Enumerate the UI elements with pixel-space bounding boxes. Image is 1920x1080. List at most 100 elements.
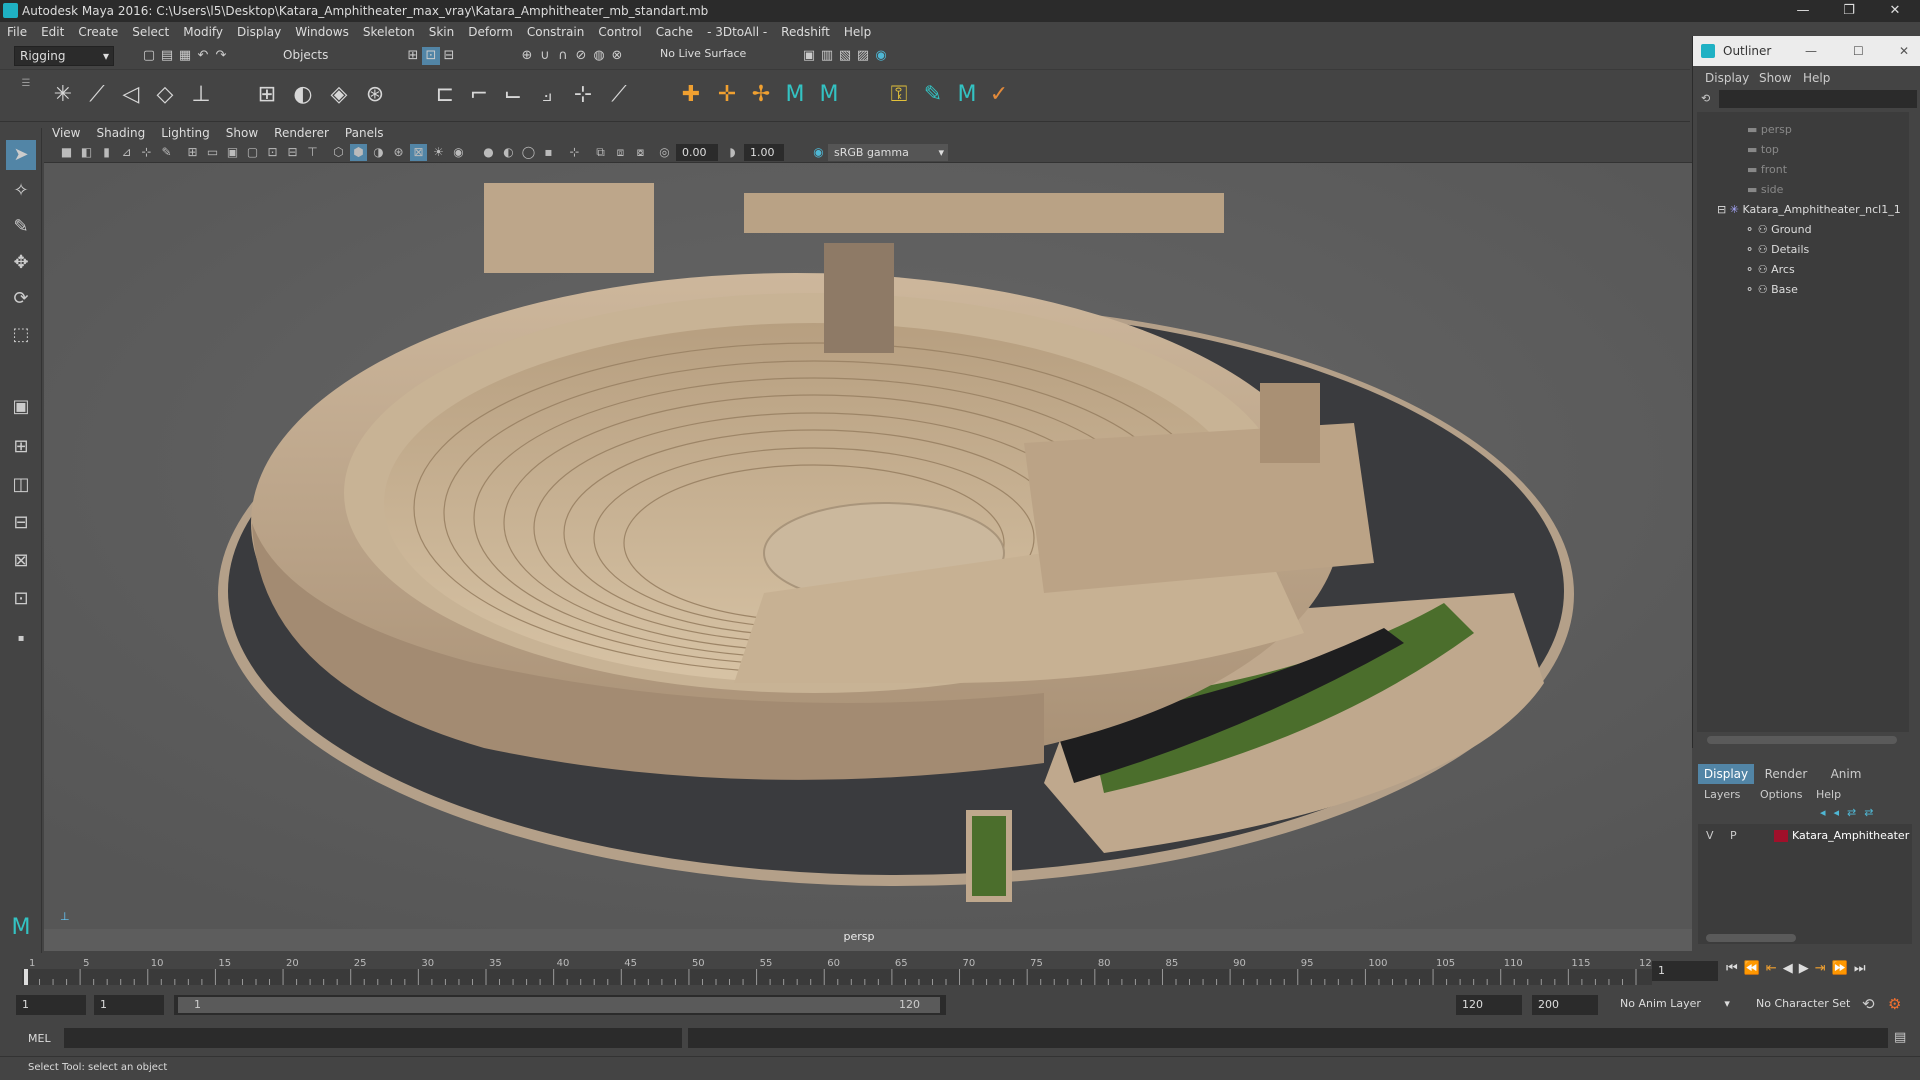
- snap-curve-icon[interactable]: ∪: [536, 47, 554, 65]
- time-slider[interactable]: 1 5 10 15 20 25 30 35 40 45 50 55 60 65 70 75 80 85 90 95 10…: [0, 953, 1920, 989]
- maya-logo-icon-3[interactable]: M: [952, 80, 982, 110]
- safe-title-icon[interactable]: ⊤: [304, 144, 321, 161]
- auto-key-icon[interactable]: ⟲: [1862, 995, 1875, 1013]
- maya-logo-icon[interactable]: M: [780, 80, 810, 110]
- step-forward-icon[interactable]: ⏩: [1832, 961, 1854, 976]
- persp-graph-icon[interactable]: ⊟: [6, 508, 36, 538]
- menu-cache[interactable]: Cache: [649, 22, 700, 42]
- mirror-weights-icon[interactable]: ⊹: [568, 80, 598, 110]
- minimize-button[interactable]: —: [1780, 0, 1826, 22]
- layer-menu-help[interactable]: Help: [1816, 788, 1841, 801]
- menu-windows[interactable]: Windows: [288, 22, 356, 42]
- select-tool-icon[interactable]: ➤: [6, 140, 36, 170]
- cluster-icon[interactable]: ⊞: [252, 80, 282, 110]
- camera-select-icon[interactable]: ■: [58, 144, 75, 161]
- panel-menu-panels[interactable]: Panels: [337, 125, 392, 142]
- grid-icon[interactable]: ⊞: [184, 144, 201, 161]
- snap-grid-icon[interactable]: ⊕: [518, 47, 536, 65]
- paint-tool-icon[interactable]: ✎: [918, 80, 948, 110]
- xray-icon[interactable]: ⊹: [566, 144, 583, 161]
- live-surface-label[interactable]: No Live Surface: [660, 47, 746, 60]
- gamma-icon[interactable]: ◗: [724, 144, 741, 161]
- step-forward-key-icon[interactable]: ⇥: [1815, 961, 1832, 976]
- open-scene-icon[interactable]: ▤: [158, 47, 176, 65]
- collapse-icon[interactable]: ⊟: [1717, 203, 1726, 216]
- aim-constraint-icon[interactable]: ✛: [712, 80, 742, 110]
- amphitheater-model[interactable]: [44, 163, 1692, 929]
- rigid-bind-icon[interactable]: ⌙: [498, 80, 528, 110]
- render-frame-icon[interactable]: ▥: [818, 47, 836, 65]
- outliner-close-button[interactable]: ✕: [1899, 36, 1909, 66]
- outliner-item-front[interactable]: ▬ front: [1747, 160, 1787, 180]
- layer-menu-options[interactable]: Options: [1760, 788, 1802, 801]
- menu-file[interactable]: File: [0, 22, 34, 42]
- menu-deform[interactable]: Deform: [461, 22, 520, 42]
- menu-modify[interactable]: Modify: [176, 22, 230, 42]
- layout-graph-icon[interactable]: ⊡: [6, 584, 36, 614]
- camera-attributes-icon[interactable]: ◧: [78, 144, 95, 161]
- playback-start-field[interactable]: 1: [94, 995, 164, 1015]
- close-button[interactable]: ✕: [1872, 0, 1918, 22]
- move-tool-icon[interactable]: ✥: [6, 248, 36, 278]
- current-time-marker[interactable]: [24, 969, 28, 985]
- menu-control[interactable]: Control: [591, 22, 648, 42]
- outliner-item-details[interactable]: ⚬ ⚇ Details: [1745, 240, 1809, 260]
- outliner-horizontal-scrollbar[interactable]: [1707, 736, 1897, 744]
- menu-constrain[interactable]: Constrain: [520, 22, 592, 42]
- snap-view-icon[interactable]: ⊘: [572, 47, 590, 65]
- outliner-maximize-button[interactable]: ☐: [1853, 36, 1864, 66]
- layer-color-swatch[interactable]: [1774, 830, 1788, 842]
- layer-name[interactable]: Katara_Amphitheater: [1792, 826, 1909, 846]
- textured-icon[interactable]: ⊛: [390, 144, 407, 161]
- render-view-icon[interactable]: ▨: [854, 47, 872, 65]
- step-back-key-icon[interactable]: ⇤: [1766, 961, 1783, 976]
- step-back-icon[interactable]: ⏪: [1744, 961, 1766, 976]
- joint-tool-icon[interactable]: ✳: [48, 80, 78, 110]
- menu-edit[interactable]: Edit: [34, 22, 71, 42]
- timeline-ruler[interactable]: 1 5 10 15 20 25 30 35 40 45 50 55 60 65 70 75 80 85 90 95 10…: [22, 955, 1652, 985]
- maya-logo-icon-2[interactable]: M: [814, 80, 844, 110]
- layer-row[interactable]: V P Katara_Amphitheater: [1698, 826, 1912, 846]
- panel-menu-shading[interactable]: Shading: [88, 125, 153, 142]
- playback-end-field[interactable]: 120: [1456, 995, 1522, 1015]
- shadows-icon[interactable]: ☀: [430, 144, 447, 161]
- shelf-options-icon[interactable]: ☰: [18, 78, 34, 118]
- persp-outliner-icon[interactable]: ⊠: [6, 546, 36, 576]
- layer-action-icons[interactable]: ◂◂⇄⇄: [1820, 806, 1881, 819]
- outliner-search-input[interactable]: [1719, 90, 1917, 108]
- panel-menu-lighting[interactable]: Lighting: [153, 125, 218, 142]
- menuset-dropdown[interactable]: Rigging ▾: [14, 46, 114, 66]
- paint-select-icon[interactable]: ✎: [6, 212, 36, 242]
- new-scene-icon[interactable]: ▢: [140, 47, 158, 65]
- undo-icon[interactable]: ↶: [194, 47, 212, 65]
- xray-components-icon[interactable]: ⧈: [612, 144, 629, 161]
- copy-weights-icon[interactable]: ⟋: [604, 80, 634, 110]
- lasso-tool-icon[interactable]: ✧: [6, 176, 36, 206]
- paint-weights-icon[interactable]: ⟓: [532, 80, 562, 110]
- depth-of-field-icon[interactable]: ◯: [520, 144, 537, 161]
- wireframe-icon[interactable]: ⬡: [330, 144, 347, 161]
- range-bar-handle[interactable]: 1 120: [178, 997, 940, 1013]
- preferences-icon[interactable]: ⚙: [1888, 995, 1901, 1013]
- outliner-item-base[interactable]: ⚬ ⚇ Base: [1745, 280, 1798, 300]
- menu-redshift[interactable]: Redshift: [774, 22, 837, 42]
- color-management-icon[interactable]: ◉: [810, 144, 827, 161]
- screen-space-ao-icon[interactable]: ◉: [450, 144, 467, 161]
- outliner-menu-show[interactable]: Show: [1759, 68, 1791, 88]
- outliner-item-root[interactable]: ⊟ ✳ Katara_Amphitheater_ncl1_1: [1717, 200, 1901, 220]
- menu-display[interactable]: Display: [230, 22, 288, 42]
- colorspace-dropdown[interactable]: sRGB gamma ▾: [828, 144, 948, 161]
- outliner-item-persp[interactable]: ▬ persp: [1747, 120, 1792, 140]
- anti-aliasing-icon[interactable]: ◐: [500, 144, 517, 161]
- point-constraint-icon[interactable]: ✚: [676, 80, 706, 110]
- selection-mode-dropdown[interactable]: Objects: [278, 46, 378, 66]
- wrap-deformer-icon[interactable]: ◈: [324, 80, 354, 110]
- rotate-tool-icon[interactable]: ⟳: [6, 284, 36, 314]
- save-scene-icon[interactable]: ▦: [176, 47, 194, 65]
- snap-live-icon[interactable]: ⊗: [608, 47, 626, 65]
- snap-point-icon[interactable]: ∩: [554, 47, 572, 65]
- scene-start-field[interactable]: 1: [16, 995, 86, 1015]
- script-editor-icon[interactable]: ▤: [1894, 1030, 1906, 1045]
- outliner-item-ground[interactable]: ⚬ ⚇ Ground: [1745, 220, 1812, 240]
- layer-tab-anim[interactable]: Anim: [1818, 764, 1874, 784]
